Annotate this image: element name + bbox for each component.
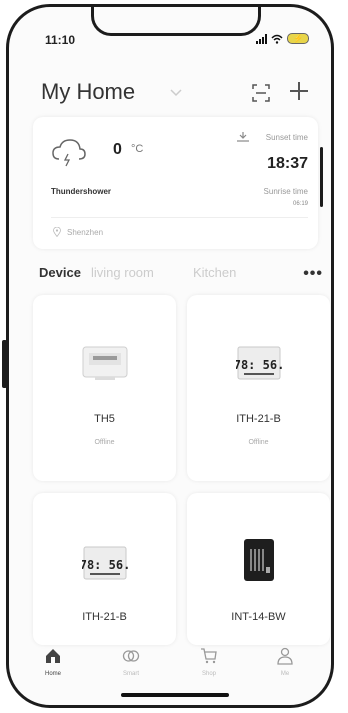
divider [51, 217, 308, 218]
device-name: INT-14-BW [231, 611, 286, 623]
device-card-ith-21-b[interactable]: 78: 56. ITH-21-B Offline [187, 295, 330, 481]
sunrise-time: 06:19 [292, 201, 308, 207]
cart-icon [201, 648, 217, 664]
lcd-display-text: 78: 56. [236, 358, 282, 372]
status-bar: 11:10 ⚡ [9, 7, 331, 51]
notch [91, 7, 261, 36]
thermometer-white-display-icon [82, 346, 127, 380]
nav-item-home[interactable]: Home [23, 647, 83, 677]
home-icon [46, 649, 60, 663]
device-status: Offline [94, 439, 115, 446]
lcd-thermo-hygrometer-icon: 78: 56. [82, 546, 128, 580]
tab-kitchen[interactable]: Kitchen [193, 265, 236, 280]
side-button-power [320, 147, 323, 207]
more-icon[interactable]: ••• [303, 265, 323, 283]
nav-item-me[interactable]: Me [255, 647, 315, 677]
wifi-icon [271, 34, 283, 44]
nav-label: Shop [201, 671, 216, 677]
nav-label: Me [280, 671, 290, 677]
thundershower-cloud-icon [52, 139, 86, 167]
tab-living-room[interactable]: living room [91, 265, 154, 280]
tab-device[interactable]: Device [39, 265, 81, 280]
home-indicator [121, 693, 229, 697]
battery-icon: ⚡ [287, 33, 309, 44]
device-status: Offline [248, 439, 269, 446]
device-name: ITH-21-B [82, 611, 127, 623]
header: My Home [41, 75, 311, 109]
phone-frame: 11:10 ⚡ My Home 0 °C Thundershower Sunse… [6, 4, 334, 708]
device-name: TH5 [94, 413, 115, 425]
bottom-nav: Home Smart Shop Me [9, 647, 331, 705]
nav-item-smart[interactable]: Smart [101, 647, 161, 677]
sunrise-label: Sunrise time [263, 187, 308, 196]
chevron-down-icon[interactable] [169, 85, 183, 99]
room-tabs: Device living room Kitchen ••• [39, 265, 323, 285]
location-name: Shenzhen [67, 228, 104, 237]
status-time: 11:10 [45, 33, 76, 47]
person-icon [277, 647, 293, 665]
device-card-ith-21-b[interactable]: 78: 56. ITH-21-B [33, 493, 176, 645]
nav-label: Home [44, 671, 61, 677]
location-pin-icon [53, 227, 61, 237]
lcd-thermo-hygrometer-icon: 78: 56. [236, 346, 282, 380]
scan-icon[interactable] [251, 83, 271, 103]
signal-icon [256, 33, 267, 44]
smart-icon [122, 650, 140, 662]
temperature-unit: °C [131, 143, 144, 155]
device-name: ITH-21-B [236, 413, 281, 425]
sunset-label: Sunset time [265, 133, 308, 142]
nav-label: Smart [122, 671, 139, 677]
sunset-icon [237, 132, 249, 142]
device-card-int-14-bw[interactable]: INT-14-BW [187, 493, 330, 645]
sunset-time: 18:37 [267, 155, 308, 172]
device-card-th5[interactable]: TH5 Offline [33, 295, 176, 481]
add-icon[interactable] [287, 79, 311, 103]
lcd-display-text: 78: 56. [82, 558, 128, 572]
status-icons: ⚡ [256, 33, 309, 44]
nav-item-shop[interactable]: Shop [179, 647, 239, 677]
weather-condition: Thundershower [51, 187, 112, 196]
black-panel-device-icon [243, 539, 274, 581]
weather-card[interactable]: 0 °C Thundershower Sunset time 18:37 Sun… [33, 117, 318, 249]
home-title[interactable]: My Home [41, 79, 135, 105]
temperature-value: 0 [113, 141, 122, 158]
